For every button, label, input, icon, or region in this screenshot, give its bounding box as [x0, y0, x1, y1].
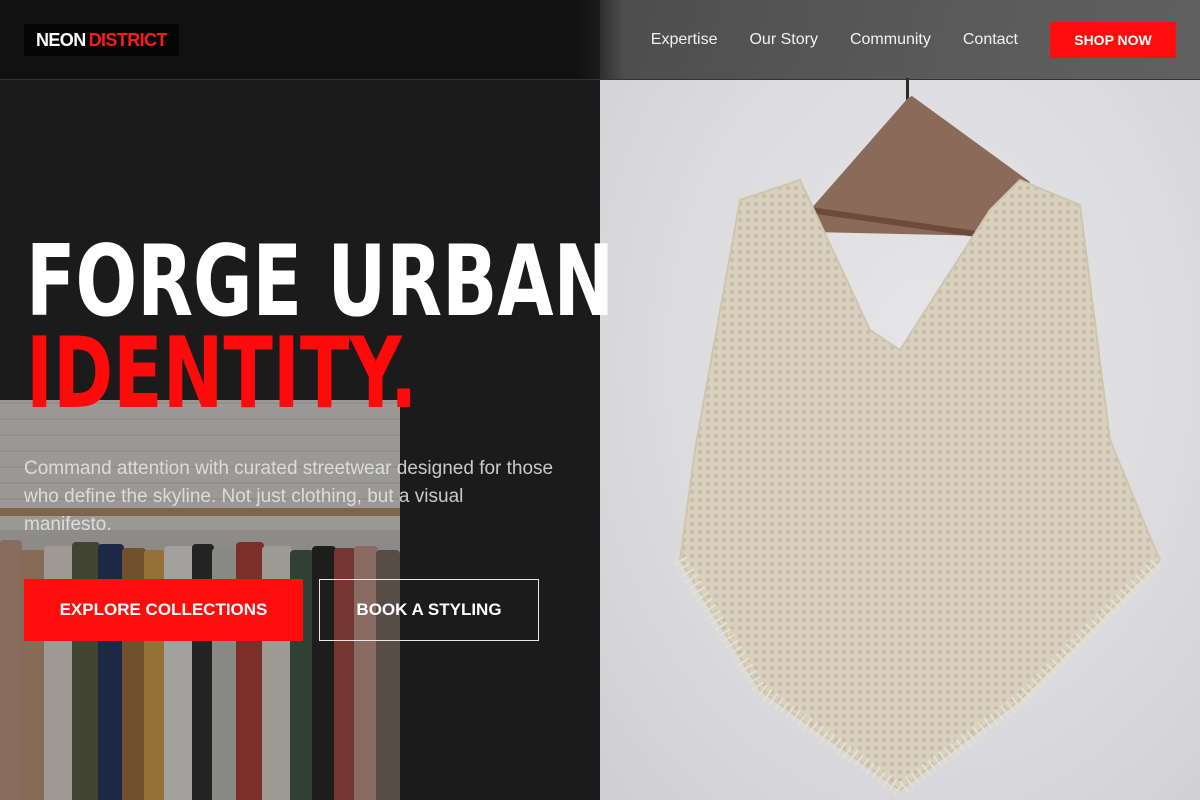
- main-nav: Expertise Our Story Community Contact: [651, 0, 1018, 80]
- hero-subtitle: Command attention with curated streetwea…: [24, 458, 554, 535]
- brand-name-part2: DISTRICT: [88, 29, 168, 50]
- shop-now-button[interactable]: SHOP NOW: [1050, 22, 1176, 58]
- poncho-image: [600, 0, 1200, 800]
- hero-title-line2: IDENTITY.: [26, 317, 418, 431]
- brand-name-part1: NEON: [36, 29, 86, 50]
- hero-title: FORGE URBAN IDENTITY.: [26, 225, 615, 431]
- site-header: NEON DISTRICT Expertise Our Story Commun…: [0, 0, 1200, 80]
- hero-title-line1: FORGE URBAN: [26, 225, 615, 339]
- knit-poncho: [674, 178, 1165, 799]
- nav-link-community[interactable]: Community: [850, 31, 931, 49]
- explore-collections-button[interactable]: EXPLORE COLLECTIONS: [24, 579, 303, 641]
- nav-link-expertise[interactable]: Expertise: [651, 31, 718, 49]
- nav-link-our-story[interactable]: Our Story: [749, 31, 817, 49]
- nav-link-contact[interactable]: Contact: [963, 31, 1018, 49]
- brand-logo[interactable]: NEON DISTRICT: [24, 24, 179, 56]
- book-styling-button[interactable]: BOOK A STYLING: [319, 579, 539, 641]
